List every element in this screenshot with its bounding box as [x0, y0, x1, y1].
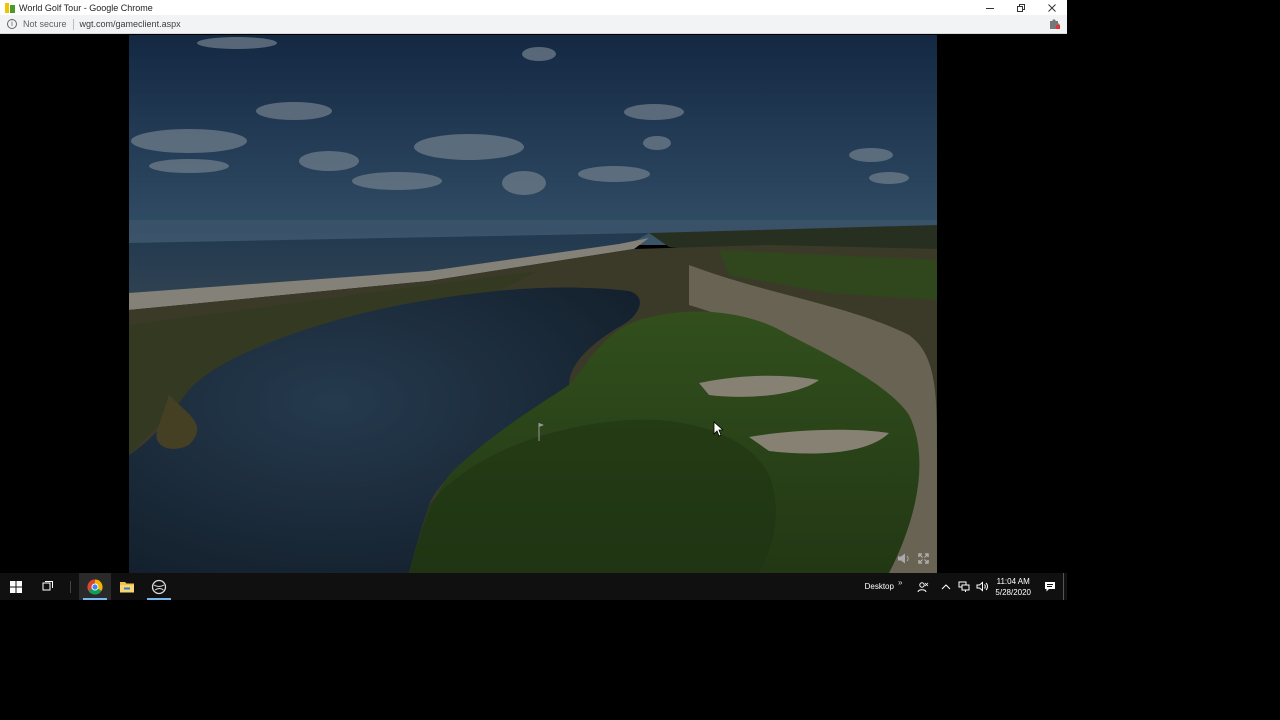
toolbar-chevron-icon[interactable]: » — [898, 578, 902, 587]
close-icon — [1047, 3, 1056, 12]
volume-icon[interactable] — [974, 579, 990, 595]
notification-icon — [1045, 582, 1055, 592]
show-hidden-icons-chevron-icon[interactable] — [938, 579, 954, 595]
taskbar-app-wgt[interactable] — [143, 573, 175, 600]
wgt-favicon-icon — [4, 2, 16, 14]
golf-ball-icon — [151, 579, 167, 594]
close-button[interactable] — [1036, 0, 1067, 15]
taskbar-app-file-explorer[interactable] — [111, 573, 143, 600]
taskbar-app-chrome[interactable] — [79, 573, 111, 600]
security-label[interactable]: Not secure — [23, 19, 67, 29]
task-view-icon — [42, 581, 53, 591]
action-center-button[interactable] — [1037, 581, 1063, 592]
system-tray: Desktop » 11:04 AM 5/28/2020 — [865, 573, 1067, 600]
taskbar-divider — [70, 580, 71, 593]
address-bar[interactable]: i Not secure wgt.com/gameclient.aspx — [0, 15, 1067, 34]
clock-time: 11:04 AM — [996, 576, 1030, 586]
task-view-button[interactable] — [32, 573, 64, 600]
minimize-button[interactable] — [974, 0, 1005, 15]
address-divider — [72, 18, 74, 30]
clock[interactable]: 11:04 AM 5/28/2020 — [995, 576, 1031, 598]
folder-icon — [120, 581, 134, 592]
url-text[interactable]: wgt.com/gameclient.aspx — [80, 19, 181, 29]
chrome-window: World Golf Tour - Google Chrome i Not se… — [0, 0, 1067, 600]
restore-icon — [1016, 3, 1025, 12]
speaker-icon[interactable] — [897, 552, 911, 565]
minimize-icon — [985, 7, 994, 9]
loading-overlay — [129, 35, 937, 573]
restore-button[interactable] — [1005, 0, 1036, 15]
title-bar[interactable]: World Golf Tour - Google Chrome — [0, 0, 1067, 15]
network-icon[interactable] — [956, 579, 972, 595]
show-desktop-button[interactable] — [1063, 573, 1067, 600]
game-canvas[interactable] — [129, 35, 937, 573]
window-title: World Golf Tour - Google Chrome — [19, 2, 153, 13]
desktop-toolbar-label[interactable]: Desktop — [865, 582, 894, 591]
puzzle-extension-icon[interactable] — [1049, 19, 1061, 30]
windows-logo-icon — [10, 580, 22, 593]
start-button[interactable] — [0, 573, 32, 600]
taskbar: Desktop » 11:04 AM 5/28/2020 — [0, 573, 1067, 600]
mouse-cursor-icon — [713, 421, 723, 437]
window-controls — [974, 0, 1067, 15]
info-icon[interactable]: i — [7, 19, 17, 29]
fullscreen-icon[interactable] — [918, 553, 929, 564]
people-icon[interactable] — [915, 579, 931, 595]
chrome-icon — [87, 579, 103, 595]
clock-date: 5/28/2020 — [995, 587, 1031, 597]
